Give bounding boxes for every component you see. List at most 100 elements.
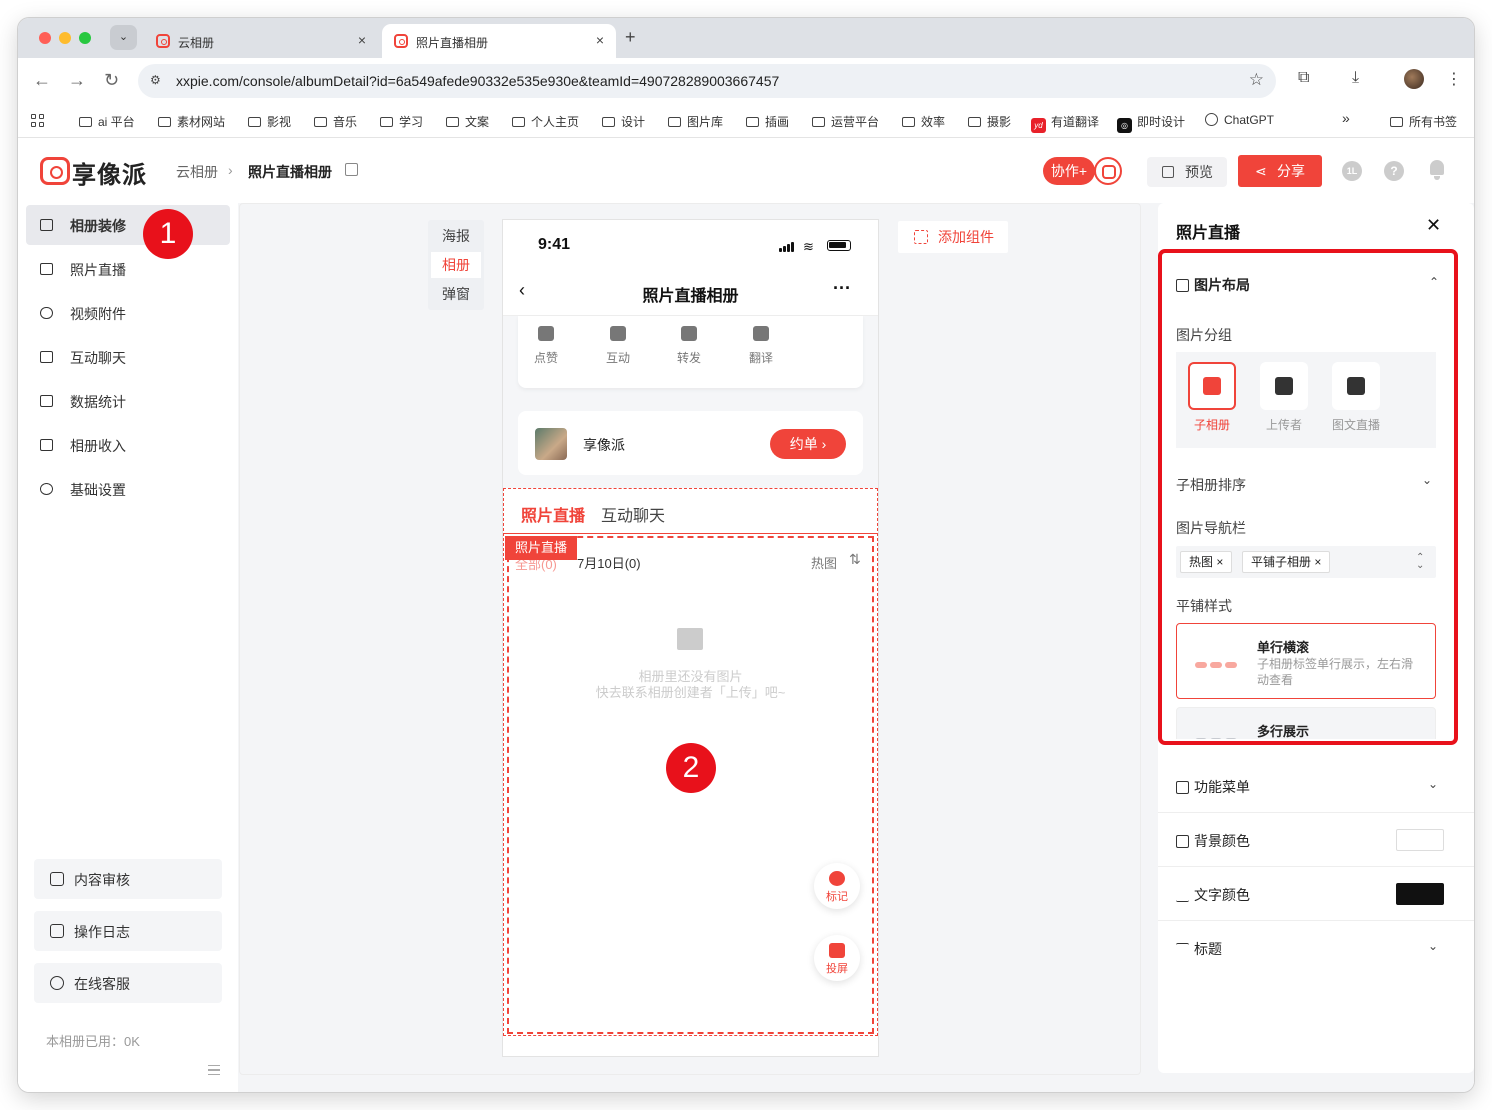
bookmark-folder[interactable]: 素材网站 <box>158 113 225 130</box>
share-label: 分享 <box>1277 163 1305 179</box>
nav-tag-select[interactable]: 热图 × 平铺子相册 × ⌃ ⌄ <box>1176 546 1436 578</box>
collaborator-avatar[interactable] <box>1094 157 1122 185</box>
subtab-all[interactable]: 全部(0) <box>515 554 557 573</box>
smile-icon <box>829 871 845 886</box>
collapse-sidebar-icon[interactable] <box>208 1065 220 1075</box>
apps-grid-icon[interactable] <box>31 114 45 128</box>
close-window-button[interactable] <box>39 32 51 44</box>
book-button[interactable]: 约单 › <box>770 429 846 459</box>
site-settings-icon[interactable]: ⚙ <box>150 73 161 87</box>
panel-close-icon[interactable]: ✕ <box>1426 215 1441 236</box>
bookmarks-overflow-icon[interactable]: » <box>1342 110 1350 126</box>
notification-bell-icon[interactable] <box>1428 160 1446 180</box>
group-option-uploader[interactable]: 上传者 <box>1260 362 1308 433</box>
phone-time: 9:41 <box>538 236 571 253</box>
tag-remove-icon[interactable]: × <box>1216 555 1223 569</box>
maximize-window-button[interactable] <box>79 32 91 44</box>
action-like[interactable]: 点赞 <box>526 326 566 366</box>
bookmark-star-icon[interactable]: ☆ <box>1249 70 1264 90</box>
cast-screen-button[interactable]: 投屏 <box>814 935 860 981</box>
extensions-icon[interactable]: ⧉ <box>1298 69 1309 87</box>
browser-menu-icon[interactable]: ⋮ <box>1446 69 1462 89</box>
bookmark-folder[interactable]: 学习 <box>380 113 423 130</box>
tab-poster[interactable]: 海报 <box>431 223 481 249</box>
bookmark-folder[interactable]: 摄影 <box>968 113 1011 130</box>
bookmark-all-folder[interactable]: 所有书签 <box>1390 113 1457 130</box>
group-option-sub-album[interactable]: 子相册 <box>1188 362 1236 433</box>
folder-icon <box>812 117 825 127</box>
bookmark-jishi[interactable]: ◎ 即时设计 <box>1117 113 1185 133</box>
phone-more-icon[interactable]: ··· <box>833 278 851 299</box>
download-icon[interactable]: ⤓ <box>1352 69 1359 87</box>
profile-avatar[interactable] <box>1404 69 1424 89</box>
sort-label[interactable]: 子相册排序 <box>1176 475 1246 495</box>
bookmark-folder[interactable]: 插画 <box>746 113 789 130</box>
action-forward[interactable]: 转发 <box>669 326 709 366</box>
share-button[interactable]: ⋖ 分享 <box>1238 155 1322 187</box>
bookmark-folder[interactable]: 图片库 <box>668 113 723 130</box>
tab-live-album[interactable]: 照片直播相册 × <box>382 24 616 58</box>
back-arrow-icon[interactable]: ← <box>33 70 51 91</box>
sidebar-item-video[interactable]: 视频附件 <box>26 293 230 333</box>
collapse-chevron-up-icon[interactable]: ⌃ <box>1429 275 1439 289</box>
add-component-button[interactable]: 添加组件 <box>898 221 1008 253</box>
hot-filter[interactable]: 热图 <box>811 553 837 572</box>
bookmark-folder[interactable]: 运营平台 <box>812 113 879 130</box>
mark-button[interactable]: 标记 <box>814 863 860 909</box>
sidebar-item-photo-live[interactable]: 照片直播 <box>26 249 230 289</box>
breadcrumb-cloud-album[interactable]: 云相册 <box>176 162 218 182</box>
tab-cloud-album[interactable]: 云相册 × <box>144 24 378 58</box>
user-avatar[interactable]: 1L <box>1342 161 1362 181</box>
tab-album[interactable]: 相册 <box>431 252 481 278</box>
chevron-down-icon[interactable]: ⌄ <box>1428 777 1438 791</box>
operation-log-button[interactable]: 操作日志 <box>34 911 222 951</box>
layout-section-header[interactable]: 图片布局 <box>1176 275 1250 295</box>
reload-icon[interactable]: ↻ <box>104 70 119 91</box>
chevron-down-icon[interactable]: ⌄ <box>1428 939 1438 953</box>
sidebar-item-chat[interactable]: 互动聊天 <box>26 337 230 377</box>
sidebar-item-settings[interactable]: 基础设置 <box>26 469 230 509</box>
function-menu-row[interactable]: 功能菜单 ⌄ <box>1158 759 1474 813</box>
tab-close-icon[interactable]: × <box>596 32 604 48</box>
bookmark-folder[interactable]: ai 平台 <box>79 113 135 130</box>
bookmark-folder[interactable]: 效率 <box>902 113 945 130</box>
content-review-button[interactable]: 内容审核 <box>34 859 222 899</box>
collab-button[interactable]: 协作+ <box>1043 157 1095 185</box>
background-color-swatch[interactable] <box>1396 829 1444 851</box>
action-interact[interactable]: 互动 <box>598 326 638 366</box>
edit-title-icon[interactable] <box>345 163 358 176</box>
online-support-button[interactable]: 在线客服 <box>34 963 222 1003</box>
bookmark-chatgpt[interactable]: ChatGPT <box>1205 113 1274 127</box>
preview-button[interactable]: 预览 <box>1147 157 1227 187</box>
url-text[interactable]: xxpie.com/console/albumDetail?id=6a549af… <box>176 73 779 89</box>
subtab-date[interactable]: 7月10日(0) <box>577 553 641 572</box>
tab-close-icon[interactable]: × <box>358 32 366 48</box>
tab-search-chevron-icon[interactable]: ⌄ <box>110 25 137 50</box>
sidebar-item-stats[interactable]: 数据统计 <box>26 381 230 421</box>
sidebar-item-decorate[interactable]: 相册装修 <box>26 205 230 245</box>
sort-icon[interactable]: ⇅ <box>849 551 861 568</box>
bookmark-folder[interactable]: 个人主页 <box>512 113 579 130</box>
bookmark-folder[interactable]: 音乐 <box>314 113 357 130</box>
tile-style-multi-row[interactable]: 多行展示 <box>1176 707 1436 739</box>
new-tab-icon[interactable]: + <box>625 27 636 48</box>
action-translate[interactable]: 翻译 <box>741 326 781 366</box>
tab-title: 照片直播相册 <box>416 36 489 50</box>
text-color-swatch[interactable] <box>1396 883 1444 905</box>
address-bar[interactable]: ⚙ xxpie.com/console/albumDetail?id=6a549… <box>138 64 1276 98</box>
title-row[interactable]: 标题 ⌄ <box>1158 921 1474 975</box>
tile-style-single-row[interactable]: 单行横滚 子相册标签单行展示，左右滑动查看 <box>1176 623 1436 699</box>
bookmark-folder[interactable]: 影视 <box>248 113 291 130</box>
bookmark-folder[interactable]: 设计 <box>602 113 645 130</box>
group-option-text-live[interactable]: 图文直播 <box>1332 362 1380 433</box>
sort-chevron-down-icon[interactable]: ⌄ <box>1422 473 1432 487</box>
tab-popup[interactable]: 弹窗 <box>431 281 481 307</box>
sidebar-item-income[interactable]: 相册收入 <box>26 425 230 465</box>
forward-arrow-icon[interactable]: → <box>68 70 86 91</box>
help-icon[interactable]: ? <box>1384 161 1404 181</box>
bookmark-youdao[interactable]: yd 有道翻译 <box>1031 113 1099 133</box>
select-updown-icon[interactable]: ⌃ ⌄ <box>1416 553 1424 571</box>
minimize-window-button[interactable] <box>59 32 71 44</box>
bookmark-folder[interactable]: 文案 <box>446 113 489 130</box>
tag-remove-icon[interactable]: × <box>1314 555 1321 569</box>
